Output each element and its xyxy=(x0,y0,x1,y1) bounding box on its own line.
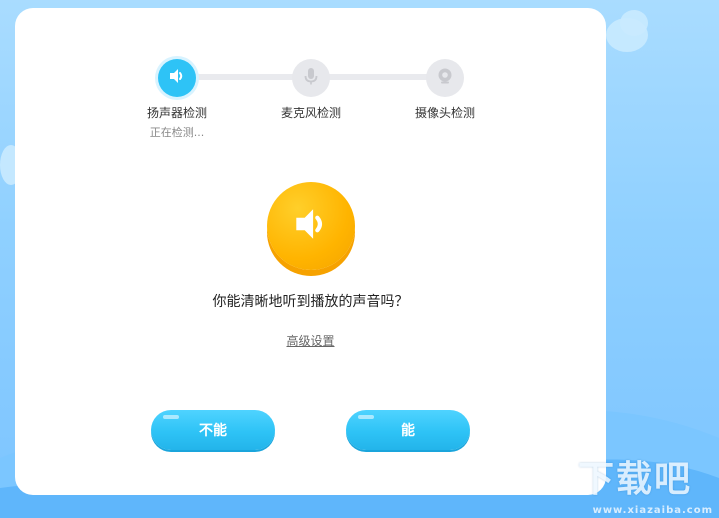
button-highlight xyxy=(163,415,179,419)
can-hear-button-label: 能 xyxy=(401,423,415,439)
hearing-question: 你能清晰地听到播放的声音吗？ xyxy=(212,294,409,310)
step-progress: 扬声器检测 正在检测... 麦克风检测 摄像头检测 xyxy=(15,8,606,148)
step-microphone-circle xyxy=(292,59,330,97)
step-speaker-label: 扬声器检测 xyxy=(146,106,207,120)
step-speaker-circle xyxy=(158,59,196,97)
step-speaker-status: 正在检测... xyxy=(149,126,205,139)
step-microphone-label: 麦克风检测 xyxy=(280,106,341,120)
can-hear-button[interactable]: 能 xyxy=(346,410,470,450)
microphone-icon xyxy=(301,66,321,90)
device-check-dialog: 扬声器检测 正在检测... 麦克风检测 摄像头检测 你能清晰地听到播放的声音吗？… xyxy=(15,8,606,495)
watermark-url: www.xiazaiba.com xyxy=(592,505,713,516)
speaker-test-icon xyxy=(267,182,355,270)
background-cloud xyxy=(620,10,648,36)
watermark-title: 下载吧 xyxy=(578,459,693,500)
cannot-hear-button[interactable]: 不能 xyxy=(151,410,275,450)
button-highlight xyxy=(358,415,374,419)
speaker-icon xyxy=(167,66,187,90)
cannot-hear-button-label: 不能 xyxy=(199,423,227,439)
camera-icon xyxy=(435,66,455,90)
step-track xyxy=(177,74,309,80)
step-camera-circle xyxy=(426,59,464,97)
advanced-settings-link[interactable]: 高级设置 xyxy=(15,332,606,349)
speaker-icon xyxy=(290,203,332,249)
step-camera-label: 摄像头检测 xyxy=(414,106,475,120)
site-watermark: 下载吧 www.xiazaiba.com xyxy=(578,460,713,518)
